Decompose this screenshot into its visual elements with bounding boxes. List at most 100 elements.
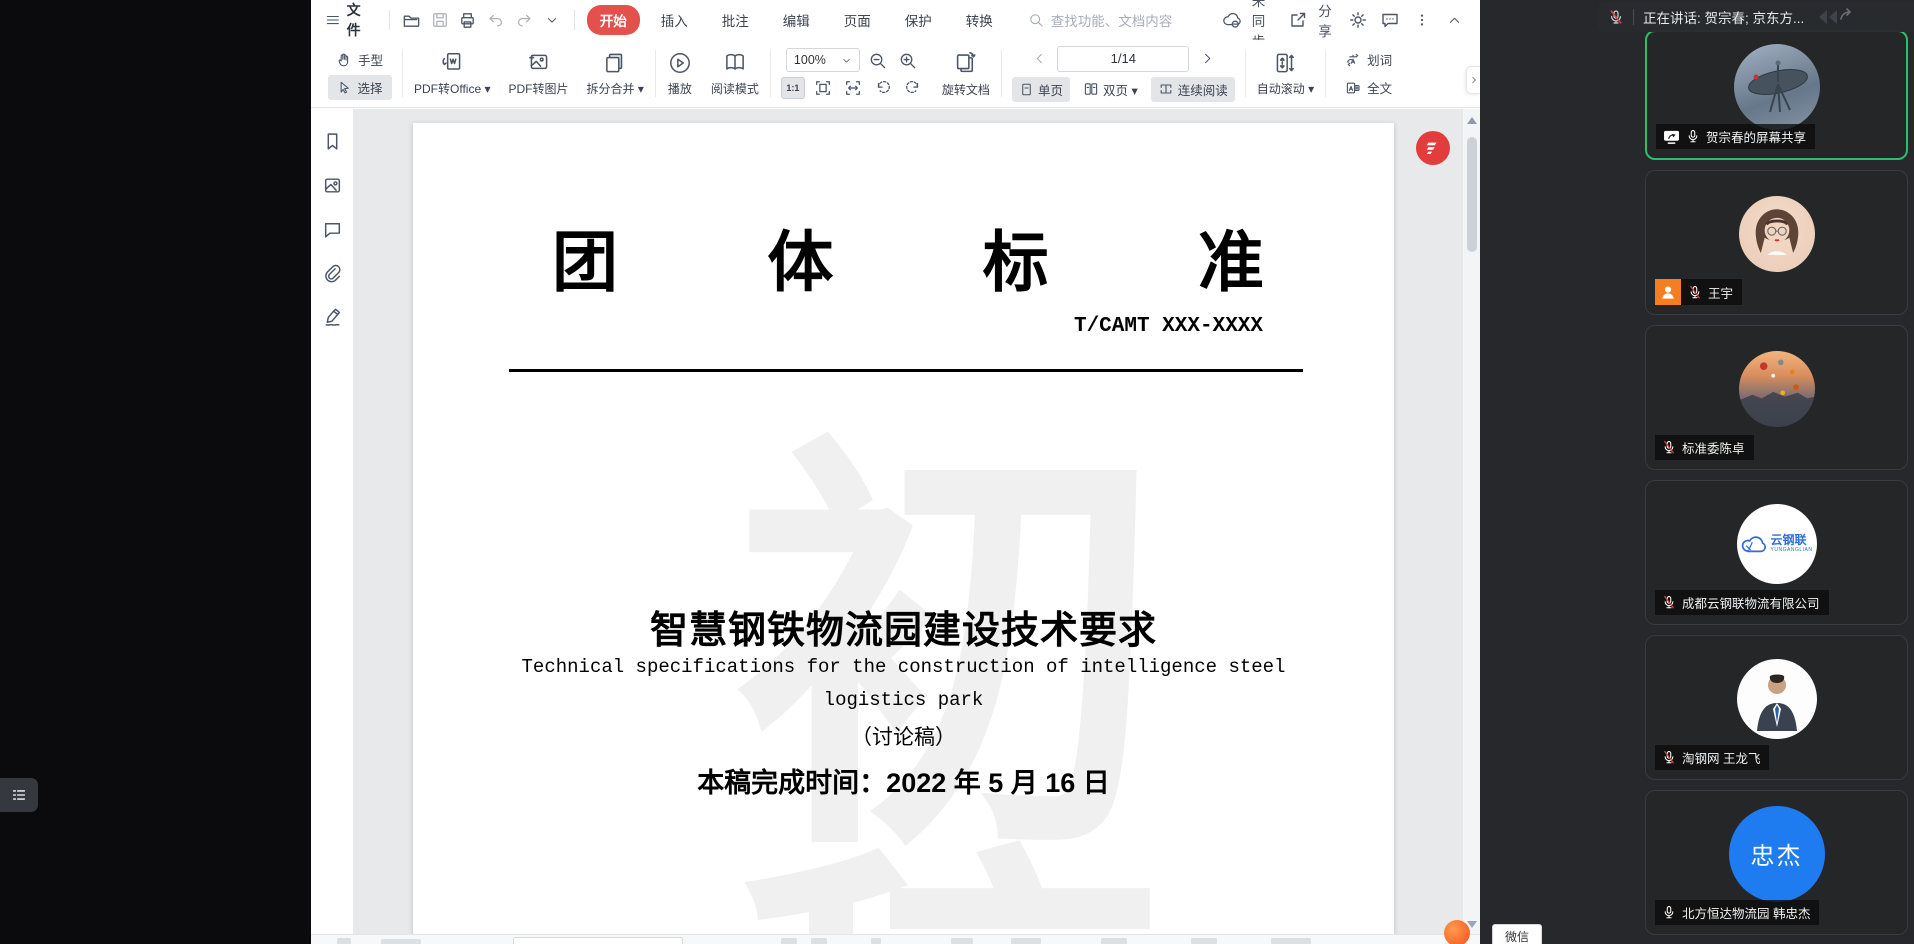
company-logo-text: 云钢联: [1771, 534, 1813, 547]
pdf-to-office-button[interactable]: PDF转Office ▾: [405, 40, 500, 107]
attachment-icon[interactable]: [322, 263, 343, 284]
participant-name: 贺宗春的屏幕共享: [1706, 127, 1806, 146]
divider: [1245, 50, 1246, 97]
read-mode-button[interactable]: 阅读模式: [702, 40, 768, 107]
continuous-read-button[interactable]: 连续阅读: [1151, 77, 1235, 102]
select-tool-button[interactable]: 选择: [328, 75, 392, 100]
status-icon[interactable]: [1011, 938, 1041, 944]
double-page-button[interactable]: 双页 ▾: [1076, 77, 1145, 102]
document-viewport[interactable]: 初稿 团 体 标 准 T/CAMT XXX-XXXX 智慧钢铁物流园建设技术要求…: [354, 109, 1462, 934]
scroll-up-arrow[interactable]: [1467, 117, 1477, 124]
tab-edit[interactable]: 编辑: [770, 5, 823, 35]
wechat-popup[interactable]: 微信: [1492, 924, 1542, 944]
zoom-level-select[interactable]: 100%: [786, 48, 860, 72]
single-page-button[interactable]: 单页: [1012, 77, 1070, 102]
pdf-to-office-icon: [439, 50, 465, 76]
actual-size-button[interactable]: 1:1: [781, 77, 805, 99]
quick-tools-dropdown[interactable]: [538, 6, 566, 34]
status-icon[interactable]: [951, 938, 973, 944]
double-page-label: 双页 ▾: [1103, 80, 1138, 99]
scrollbar-thumb[interactable]: [1467, 137, 1477, 252]
tab-protect[interactable]: 保护: [892, 5, 945, 35]
zoom-out-button[interactable]: [866, 49, 890, 71]
sync-button[interactable]: [1218, 6, 1246, 34]
status-icon[interactable]: [781, 938, 797, 944]
collapse-toolbar-button[interactable]: [1440, 6, 1468, 34]
status-icon[interactable]: [1101, 938, 1127, 944]
status-icon[interactable]: [871, 938, 881, 944]
search-input[interactable]: 查找功能、文档内容: [1028, 10, 1218, 30]
open-file-button[interactable]: [398, 6, 426, 34]
divider: [402, 50, 403, 97]
tab-convert[interactable]: 转换: [953, 5, 1006, 35]
participant-tile-wanglongfei[interactable]: 淘钢网 王龙飞: [1645, 635, 1908, 780]
settings-button[interactable]: [1344, 6, 1372, 34]
status-input[interactable]: [513, 937, 683, 944]
rotate-right-button[interactable]: [901, 77, 925, 99]
word-translate-button[interactable]: 划词: [1336, 47, 1401, 72]
save-button[interactable]: [426, 6, 454, 34]
pdf-page[interactable]: 初稿 团 体 标 准 T/CAMT XXX-XXXX 智慧钢铁物流园建设技术要求…: [413, 123, 1394, 934]
document-scrollbar[interactable]: [1462, 109, 1480, 934]
meeting-status-bar[interactable]: 正在讲话: 贺宗春; 京东方...: [1598, 2, 1914, 32]
participant-tile-hanzhongjie[interactable]: 忠杰 北方恒达物流园 韩忠杰: [1645, 790, 1908, 935]
participant-tile-chenzhuo[interactable]: 标准委陈卓: [1645, 325, 1908, 470]
tab-page[interactable]: 页面: [831, 5, 884, 35]
participant-tile-wangyu[interactable]: 王宇: [1645, 170, 1908, 315]
status-icon[interactable]: [1191, 938, 1217, 944]
undo-button[interactable]: [482, 6, 510, 34]
rotate-document-button[interactable]: 旋转文档: [933, 40, 999, 107]
word-translate-label: 划词: [1367, 50, 1392, 69]
fit-width-button[interactable]: [841, 77, 865, 99]
participant-tile-yunganglian[interactable]: 云钢联 YUNGANGLIAN 成都云钢联物流有限公司: [1645, 480, 1908, 625]
status-icon[interactable]: [1271, 938, 1311, 944]
feedback-button[interactable]: [1376, 6, 1404, 34]
status-bar: [311, 934, 1480, 944]
more-menu-button[interactable]: [1408, 6, 1436, 34]
prev-page-button[interactable]: [1027, 48, 1051, 70]
tab-home[interactable]: 开始: [587, 5, 640, 35]
comments-icon[interactable]: [322, 219, 343, 240]
full-translate-button[interactable]: 全文: [1336, 75, 1401, 100]
split-merge-button[interactable]: 拆分合并 ▾: [578, 40, 653, 107]
file-menu[interactable]: 文件: [325, 0, 371, 40]
status-icon[interactable]: [337, 938, 351, 944]
page-indicator-input[interactable]: 1/14: [1057, 46, 1189, 72]
redo-icon: [515, 11, 533, 29]
print-button[interactable]: [454, 6, 482, 34]
images-icon[interactable]: [322, 175, 343, 196]
full-translate-icon: [1345, 80, 1361, 96]
toolbar-expand-button[interactable]: [1466, 66, 1480, 94]
pdf-to-image-button[interactable]: PDF转图片: [500, 40, 578, 107]
kebab-icon: [1414, 12, 1430, 28]
hand-tool-button[interactable]: 手型: [327, 47, 392, 72]
redo-button[interactable]: [510, 6, 538, 34]
folder-icon: [402, 11, 421, 30]
wps-pdf-badge-glyph: [1424, 139, 1442, 157]
play-button[interactable]: 播放: [658, 40, 702, 107]
rotate-cw-icon: [904, 79, 922, 97]
participant-tile-hezongchun[interactable]: 贺宗春的屏幕共享: [1645, 30, 1908, 160]
search-placeholder: 查找功能、文档内容: [1051, 10, 1173, 30]
participant-label-row: 贺宗春的屏幕共享: [1656, 124, 1815, 149]
divider: [389, 10, 390, 30]
tab-comment[interactable]: 批注: [709, 5, 762, 35]
translate-group: 划词 全文: [1328, 40, 1409, 107]
next-page-button[interactable]: [1195, 48, 1219, 70]
rotate-left-button[interactable]: [871, 77, 895, 99]
participant-label-row: 标准委陈卓: [1655, 435, 1754, 460]
app-icon-orange[interactable]: [1444, 920, 1470, 944]
auto-scroll-button[interactable]: 自动滚动 ▾: [1248, 40, 1323, 107]
signature-icon[interactable]: [322, 307, 343, 328]
hamburger-icon: [325, 11, 341, 29]
status-icon: [381, 939, 421, 944]
bookmarks-icon[interactable]: [322, 131, 343, 152]
tab-insert[interactable]: 插入: [648, 5, 701, 35]
outline-panel-toggle[interactable]: [0, 778, 38, 812]
share-button[interactable]: [1284, 6, 1312, 34]
participant-avatar-balloons: [1739, 351, 1815, 427]
zoom-in-button[interactable]: [896, 49, 920, 71]
fit-page-button[interactable]: [811, 77, 835, 99]
status-icon[interactable]: [811, 938, 827, 944]
wps-pdf-badge[interactable]: [1416, 131, 1450, 165]
